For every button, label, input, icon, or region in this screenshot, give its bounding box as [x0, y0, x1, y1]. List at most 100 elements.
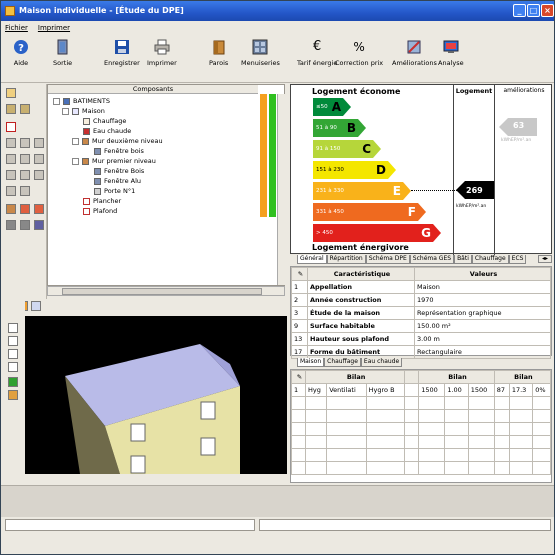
collapse-icon[interactable]	[72, 137, 79, 145]
collapse-icon[interactable]	[53, 97, 60, 105]
aide-button[interactable]: ? Aide	[13, 39, 29, 67]
tab-maison[interactable]: Maison	[297, 358, 325, 367]
tree-collapse-icon[interactable]	[20, 104, 30, 114]
tree-item-plancher[interactable]: Plancher	[83, 196, 121, 206]
table-row[interactable]: 1 Hyg Ventilati Hygro B 1500 1.00 1500 8…	[291, 383, 551, 397]
tree-expand-icon[interactable]	[6, 104, 16, 114]
collapse-icon[interactable]	[62, 107, 69, 115]
tree-item-mur-premier[interactable]: Mur premier niveau	[72, 156, 156, 166]
tab-scroll-arrows[interactable]: ◂▸	[538, 255, 552, 263]
pipes-icon[interactable]	[6, 170, 16, 180]
parois-button[interactable]: Parois	[209, 39, 228, 67]
menuiseries-button[interactable]: Menuiseries	[241, 39, 280, 67]
level-icon[interactable]	[34, 154, 44, 164]
roof-icon[interactable]	[34, 204, 44, 214]
table-row[interactable]	[291, 435, 551, 449]
tree-item-eau-chaude[interactable]: Eau chaude	[83, 126, 131, 136]
row-value[interactable]: 150.00 m²	[414, 319, 551, 333]
row-value[interactable]: Maison	[414, 280, 551, 294]
cell[interactable]: 1500	[467, 383, 495, 397]
wall-red-icon[interactable]	[20, 204, 30, 214]
table-row[interactable]	[291, 409, 551, 423]
enregistrer-button[interactable]: Enregistrer	[104, 39, 140, 67]
row-value[interactable]: 3.00 m	[414, 332, 551, 346]
minimize-button[interactable]: _	[513, 4, 526, 17]
tab-schema-dpe[interactable]: Schéma DPE	[365, 255, 410, 264]
table-row[interactable]: 2 Année construction 1970	[291, 293, 551, 307]
table-row[interactable]: 9 Surface habitable 150.00 m²	[291, 319, 551, 333]
tab-ecs[interactable]: ECS	[508, 255, 527, 264]
sortie-button[interactable]: Sortie	[53, 39, 72, 67]
cell[interactable]: Hyg	[304, 383, 328, 397]
measure-icon[interactable]	[8, 390, 18, 400]
window-gray-icon[interactable]	[20, 220, 30, 230]
cell[interactable]: 1500	[418, 383, 446, 397]
imprimer-button[interactable]: Imprimer	[147, 39, 177, 67]
door-icon[interactable]	[6, 220, 16, 230]
ventilation-icon[interactable]	[20, 170, 30, 180]
table-row[interactable]: 13 Hauteur sous plafond 3.00 m	[291, 332, 551, 346]
tree-item-fenetre-bois-1[interactable]: Fenêtre bois	[94, 146, 144, 156]
wall-brown-icon[interactable]	[6, 204, 16, 214]
delete-icon[interactable]	[6, 122, 16, 132]
cell[interactable]	[404, 383, 420, 397]
tree-item-fenetre-bois-2[interactable]: Fenêtre Bois	[94, 166, 144, 176]
tab-general[interactable]: Général	[297, 255, 327, 264]
hot-water-icon[interactable]	[6, 186, 16, 196]
cell[interactable]: Hygro B	[365, 383, 406, 397]
cell[interactable]: 87	[493, 383, 510, 397]
tab-schema-ges[interactable]: Schéma GES	[409, 255, 455, 264]
tarif-energie-button[interactable]: € Tarif énergie	[297, 39, 337, 67]
tab-repartition[interactable]: Répartition	[326, 255, 366, 264]
menu-imprimer[interactable]: Imprimer	[38, 24, 70, 32]
tab-bati[interactable]: Bâti	[454, 255, 472, 264]
table-row[interactable]	[291, 461, 551, 475]
paste-icon[interactable]	[34, 138, 44, 148]
table-row[interactable]	[291, 396, 551, 410]
cell[interactable]: Ventilati	[326, 383, 367, 397]
tree-horizontal-scrollbar[interactable]	[47, 286, 285, 296]
maximize-button[interactable]: □	[527, 4, 540, 17]
tab-chauffage[interactable]: Chauffage	[471, 255, 509, 264]
top-view-icon[interactable]	[8, 349, 18, 359]
tank-icon[interactable]	[20, 186, 30, 196]
menu-fichier[interactable]: Fichier	[5, 24, 28, 32]
tree-item-porte[interactable]: Porte N°1	[94, 186, 135, 196]
row-value[interactable]: Rectangulaire	[414, 345, 551, 359]
table-row[interactable]: 3 Étude de la maison Représentation graphi…	[291, 306, 551, 320]
terrain-icon[interactable]	[8, 377, 18, 387]
analyse-button[interactable]: Analyse	[438, 39, 464, 67]
wrench-icon[interactable]	[6, 88, 16, 98]
cell[interactable]: 17.3	[508, 383, 534, 397]
tab-chauffage-lower[interactable]: Chauffage	[324, 358, 361, 367]
table-row[interactable]	[291, 448, 551, 462]
ameliorations-button[interactable]: Améliorations	[392, 39, 437, 67]
cell[interactable]: 0%	[532, 383, 551, 397]
side-view-icon[interactable]	[8, 336, 18, 346]
copy-icon[interactable]	[6, 138, 16, 148]
perspective-view-icon[interactable]	[8, 362, 18, 372]
scroll-thumb[interactable]	[62, 288, 262, 295]
tree-item-chauffage[interactable]: Chauffage	[83, 116, 126, 126]
row-value[interactable]: Représentation graphique	[414, 306, 551, 320]
tree-vertical-scrollbar[interactable]	[277, 94, 285, 285]
table-row[interactable]: 17 Forme du bâtiment Rectangulaire	[291, 345, 551, 359]
house-3d-view[interactable]	[25, 316, 287, 474]
close-button[interactable]: ×	[541, 4, 554, 17]
tree-item-batiments[interactable]: BATIMENTS	[53, 96, 110, 106]
table-row[interactable]: 1 Appellation Maison	[291, 280, 551, 294]
rotate-view-icon[interactable]	[31, 301, 41, 311]
floor-icon[interactable]	[34, 170, 44, 180]
glazing-icon[interactable]	[34, 220, 44, 230]
tree-item-maison[interactable]: Maison	[62, 106, 105, 116]
correction-prix-button[interactable]: % Correction prix	[335, 39, 383, 67]
cell[interactable]: 1.00	[444, 383, 469, 397]
tree-item-plafond[interactable]: Plafond	[83, 206, 117, 216]
table-row[interactable]	[291, 422, 551, 436]
cut-icon[interactable]	[20, 138, 30, 148]
row-value[interactable]: 1970	[414, 293, 551, 307]
tree-item-fenetre-alu[interactable]: Fenêtre Alu	[94, 176, 141, 186]
room-icon[interactable]	[20, 154, 30, 164]
front-view-icon[interactable]	[8, 323, 18, 333]
tree-item-mur-deuxieme[interactable]: Mur deuxième niveau	[72, 136, 163, 146]
